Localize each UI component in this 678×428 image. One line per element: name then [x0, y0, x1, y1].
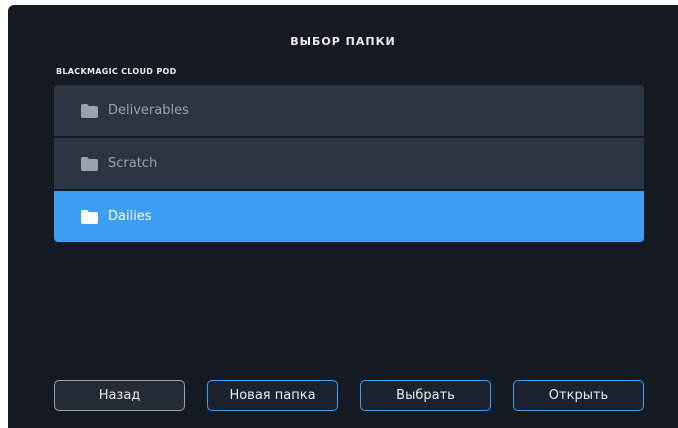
- folder-icon: [81, 156, 98, 171]
- folder-label: Scratch: [108, 156, 158, 171]
- dialog-title: ВЫБОР ПАПКИ: [290, 35, 396, 48]
- folder-label: Dailies: [108, 209, 152, 224]
- folder-icon: [81, 209, 98, 224]
- folder-icon: [81, 103, 98, 118]
- location-label: BLACKMAGIC CLOUD POD: [56, 67, 177, 76]
- folder-list: Deliverables Scratch Dailies: [54, 85, 644, 244]
- open-button[interactable]: Открыть: [513, 380, 644, 411]
- folder-item-dailies[interactable]: Dailies: [54, 191, 644, 242]
- folder-label: Deliverables: [108, 103, 189, 118]
- select-button[interactable]: Выбрать: [360, 380, 491, 411]
- back-button[interactable]: Назад: [54, 380, 185, 411]
- new-folder-button[interactable]: Новая папка: [207, 380, 338, 411]
- folder-picker-dialog: ВЫБОР ПАПКИ BLACKMAGIC CLOUD POD Deliver…: [8, 5, 678, 428]
- folder-item-deliverables[interactable]: Deliverables: [54, 85, 644, 136]
- folder-item-scratch[interactable]: Scratch: [54, 138, 644, 189]
